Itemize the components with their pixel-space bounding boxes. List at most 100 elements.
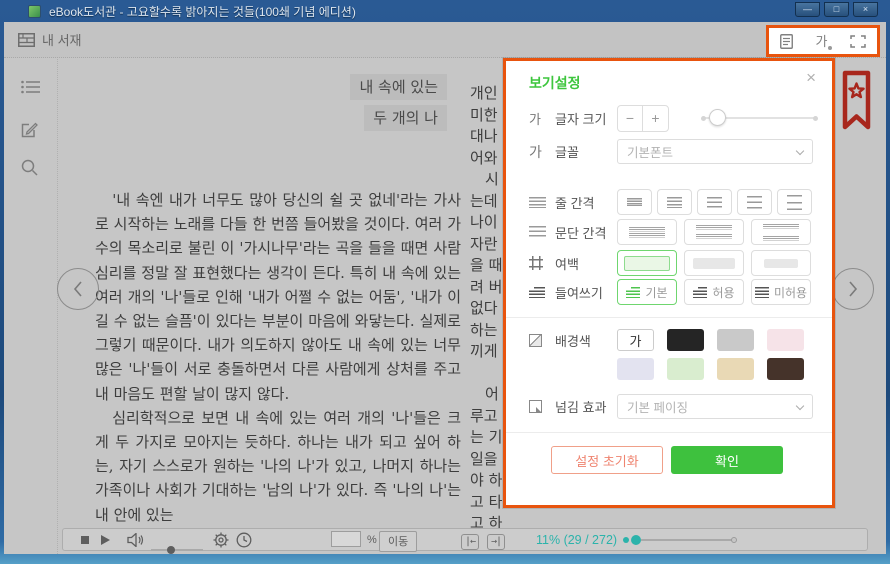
stop-icon: [81, 536, 89, 544]
right-page-line: 야 하: [470, 469, 506, 491]
jump-back-button[interactable]: |←: [461, 531, 479, 552]
right-page-line: 하는: [470, 319, 506, 341]
book-body-text: '내 속엔 내가 너무도 많아 당신의 쉴 곳 없네'라는 가사로 시작하는 노…: [95, 188, 461, 527]
jump-forward-button[interactable]: →|: [487, 531, 505, 552]
bookmark-icon[interactable]: [842, 70, 871, 137]
right-page-line: [470, 362, 506, 384]
font-settings-icon[interactable]: 가: [816, 35, 828, 48]
highlighted-toolbar-group: 가: [766, 25, 880, 57]
clock-icon: [236, 532, 252, 548]
goto-button[interactable]: 이동: [379, 531, 417, 552]
fullscreen-icon[interactable]: [850, 35, 866, 48]
chapter-title-line: 두 개의 나: [364, 105, 447, 131]
page-turn-icon: [529, 400, 542, 413]
view-settings-panel: 보기설정 × 가 글자 크기 − + 가 글꼴: [503, 58, 835, 508]
paragraph-spacing-icon: [529, 226, 546, 238]
timer-button[interactable]: [236, 529, 252, 550]
maximize-button[interactable]: □: [824, 2, 849, 17]
indent-option-disallow[interactable]: 미허용: [751, 279, 811, 305]
bg-swatch-dark[interactable]: [667, 329, 704, 351]
indent-option-default[interactable]: 기본: [617, 279, 677, 305]
paragraph-spacing-option-3[interactable]: [751, 219, 811, 245]
bg-swatch-white[interactable]: 가: [617, 329, 654, 351]
book-paragraph: 심리학적으로 보면 내 속에 있는 여러 개의 '나'들은 크게 두 가지로 모…: [95, 406, 461, 527]
progress-slider-handle[interactable]: [631, 535, 641, 545]
app-content: 내 서재 가: [4, 22, 886, 554]
chevron-down-icon: [796, 147, 804, 155]
margin-option-2[interactable]: [684, 250, 744, 276]
chapter-title: 내 속에 있는 두 개의 나: [95, 74, 447, 136]
line-spacing-option-3[interactable]: [697, 189, 732, 215]
bg-swatch-gray[interactable]: [717, 329, 754, 351]
confirm-button[interactable]: 확인: [671, 446, 783, 474]
chevron-right-icon: [847, 280, 859, 298]
font-size-stepper: − +: [617, 105, 669, 132]
margin-option-1[interactable]: [617, 250, 677, 276]
font-size-increase-button[interactable]: +: [643, 106, 668, 131]
line-spacing-option-4[interactable]: [737, 189, 772, 215]
bottom-control-bar: % 이동 |← →| 11% (29 / 272): [62, 528, 868, 551]
bg-color-label: 배경색: [555, 331, 617, 350]
font-size-decrease-button[interactable]: −: [618, 106, 643, 131]
bg-swatch-beige[interactable]: [717, 358, 754, 380]
paragraph-spacing-option-1[interactable]: [617, 219, 677, 245]
close-icon[interactable]: ×: [806, 69, 816, 86]
bg-swatch-brown[interactable]: [767, 358, 804, 380]
goto-percent-input[interactable]: [331, 531, 361, 547]
font-size-label: 글자 크기: [555, 109, 617, 128]
indent-icon: [529, 287, 545, 298]
volume-slider-handle[interactable]: [167, 546, 175, 554]
play-button[interactable]: [101, 529, 110, 550]
margin-option-3[interactable]: [751, 250, 811, 276]
percent-sign: %: [367, 529, 377, 550]
volume-slider[interactable]: [151, 539, 203, 554]
bg-swatch-green[interactable]: [667, 358, 704, 380]
right-page-line: 개인: [470, 82, 506, 104]
page-effect-label: 넘김 효과: [555, 397, 625, 416]
font-size-slider[interactable]: [703, 117, 816, 119]
line-spacing-option-1[interactable]: [617, 189, 652, 215]
font-select[interactable]: 기본폰트: [617, 139, 813, 164]
view-settings-icon[interactable]: [780, 34, 793, 49]
note-edit-icon[interactable]: [21, 121, 38, 143]
progress-marker-small: [623, 537, 629, 543]
window-title: eBook도서관 - 고요할수록 밝아지는 것들(100쇄 기념 에디션): [49, 3, 356, 20]
gear-icon: [213, 532, 229, 548]
right-page-line: 시: [470, 168, 506, 190]
reset-settings-button[interactable]: 설정 초기화: [551, 446, 663, 474]
paragraph-spacing-label: 문단 간격: [555, 223, 617, 242]
chevron-down-icon: [796, 402, 804, 410]
line-spacing-option-2[interactable]: [657, 189, 692, 215]
divider: [506, 432, 832, 433]
font-size-icon: 가: [529, 109, 555, 128]
progress-text: 11% (29 / 272): [536, 529, 617, 550]
paragraph-spacing-row: 문단 간격: [529, 219, 815, 245]
search-icon[interactable]: [21, 159, 38, 181]
tts-settings-button[interactable]: [213, 529, 229, 550]
indent-label: 들여쓰기: [555, 283, 617, 302]
close-button[interactable]: ×: [853, 2, 878, 17]
left-sidebar: [4, 59, 58, 554]
right-page-line: 려 버: [470, 276, 506, 298]
bg-swatch-lavender[interactable]: [617, 358, 654, 380]
page-effect-select[interactable]: 기본 페이징: [617, 394, 813, 419]
titlebar[interactable]: eBook도서관 - 고요할수록 밝아지는 것들(100쇄 기념 에디션) — …: [0, 0, 890, 22]
right-page-line: 어: [470, 383, 506, 405]
paragraph-spacing-option-2[interactable]: [684, 219, 744, 245]
table-of-contents-icon[interactable]: [21, 80, 40, 99]
chevron-left-icon: [72, 280, 84, 298]
prev-page-button[interactable]: [57, 268, 99, 310]
minimize-button[interactable]: —: [795, 2, 820, 17]
bg-swatch-pink[interactable]: [767, 329, 804, 351]
indent-option-allow[interactable]: 허용: [684, 279, 744, 305]
line-spacing-option-5[interactable]: [777, 189, 812, 215]
progress-track[interactable]: [641, 539, 735, 541]
right-page-line: 대나: [470, 125, 506, 147]
right-page-line: 끼게: [470, 340, 506, 362]
volume-icon[interactable]: [127, 529, 145, 550]
next-page-button[interactable]: [832, 268, 874, 310]
font-size-slider-handle[interactable]: [709, 109, 726, 126]
right-page-line: 고 타: [470, 491, 506, 513]
stop-button[interactable]: [81, 529, 89, 550]
my-library-button[interactable]: 내 서재: [18, 30, 82, 49]
